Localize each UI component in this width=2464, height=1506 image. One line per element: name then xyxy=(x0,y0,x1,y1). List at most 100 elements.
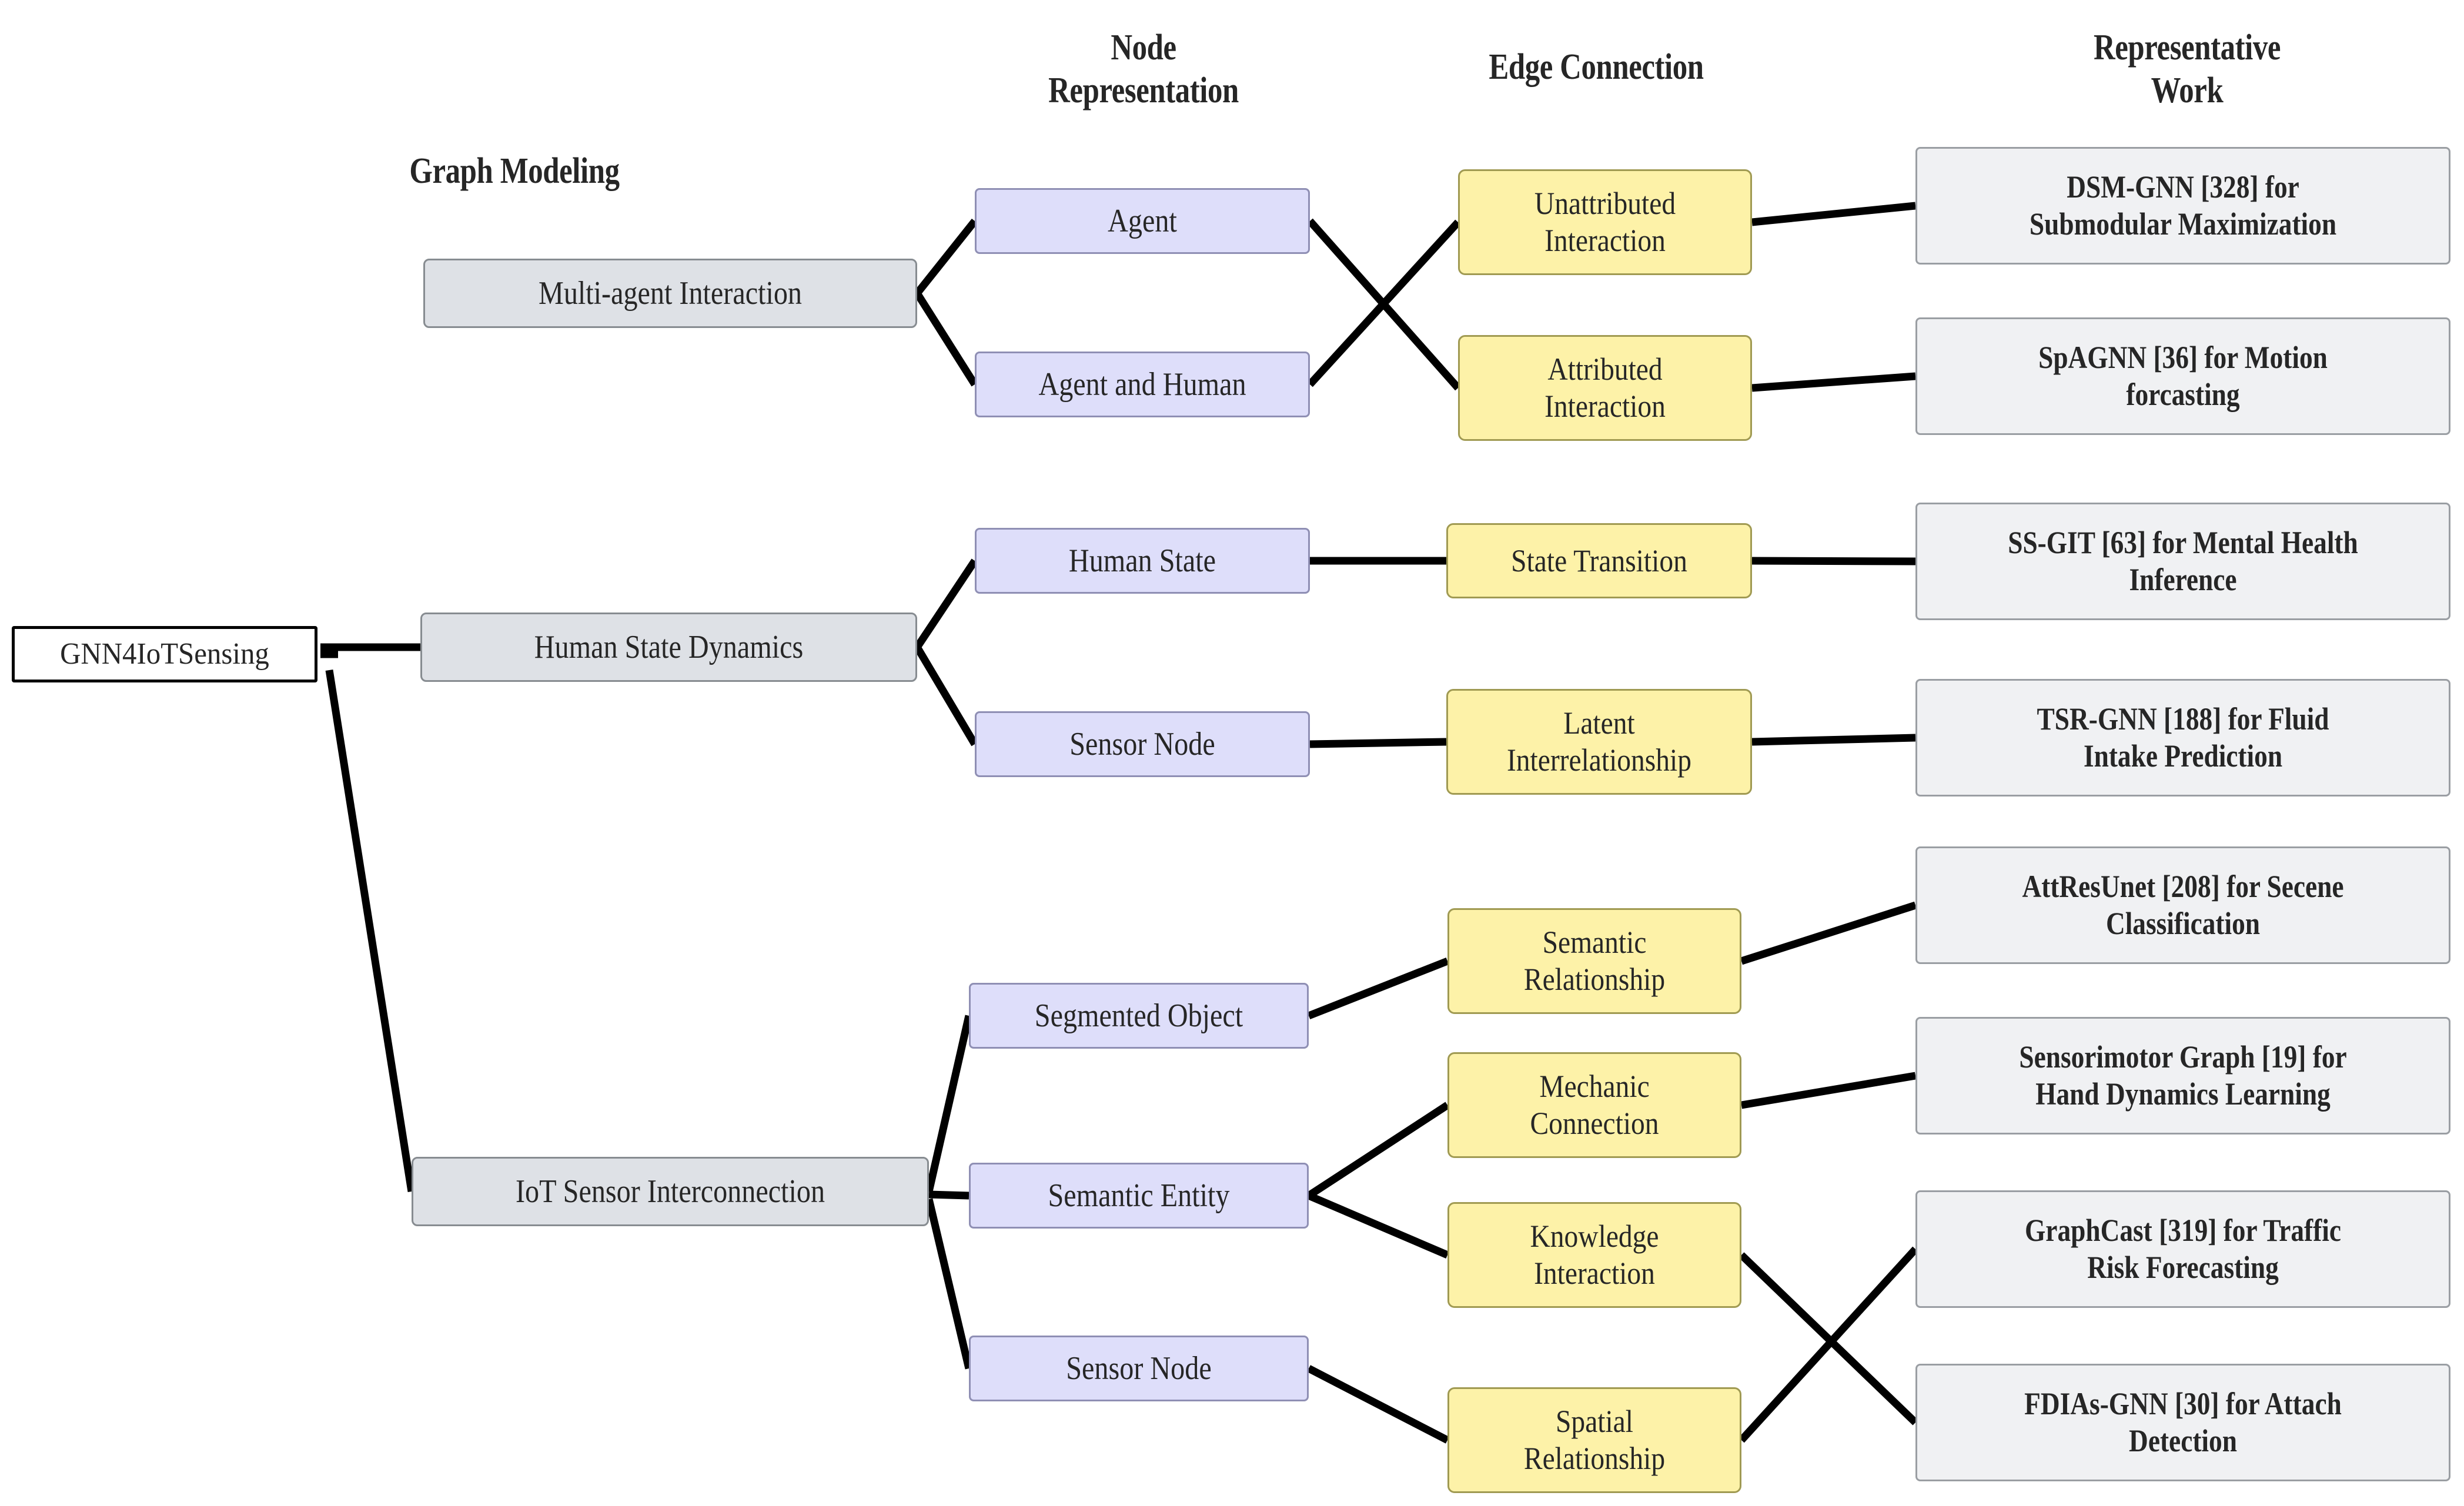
label-line: Risk Forecasting xyxy=(2087,1250,2279,1285)
work-node-dsm-gnn[interactable]: DSM-GNN [328] for Submodular Maximization xyxy=(1915,147,2450,265)
work-node-fdias-gnn[interactable]: FDIAs-GNN [30] for Attach Detection xyxy=(1915,1364,2450,1481)
label-line: SpAGNN [36] for Motion xyxy=(2038,340,2328,376)
connector-hsd-to-sensor-node xyxy=(914,645,978,747)
category-node-iot-sensor-interconnection[interactable]: IoT Sensor Interconnection xyxy=(412,1157,929,1226)
label-line: forcasting xyxy=(2126,377,2240,412)
edge-node-label: Knowledge Interaction xyxy=(1472,1218,1717,1291)
root-node-root[interactable]: GNN4IoTSensing xyxy=(12,626,317,682)
representation-node-label: Semantic Entity xyxy=(999,1177,1279,1215)
label-line: Human State Dynamics xyxy=(534,628,804,665)
category-node-label: IoT Sensor Interconnection xyxy=(454,1173,886,1211)
edge-node-unattributed-interaction[interactable]: Unattributed Interaction xyxy=(1458,169,1752,275)
representation-node-segmented-object[interactable]: Segmented Object xyxy=(969,983,1309,1049)
work-node-label: DSM-GNN [328] for Submodular Maximization xyxy=(1965,169,2402,242)
category-node-label: Human State Dynamics xyxy=(462,628,875,667)
connector-latent-to-tsrgnn xyxy=(1751,734,1916,746)
label-line: FDIAs-GNN [30] for Attach xyxy=(2024,1386,2342,1422)
connector-iot-to-semantic-entity xyxy=(928,1190,969,1200)
representation-node-agent[interactable]: Agent xyxy=(975,188,1310,254)
edge-node-latent-interrelationship[interactable]: Latent Interrelationship xyxy=(1446,689,1752,795)
category-node-label: Multi-agent Interaction xyxy=(464,275,876,313)
column-header-representative-work: Representative Work xyxy=(2004,26,2370,112)
label-line: Agent xyxy=(1108,202,1177,239)
connector-semantic-rel-to-attresunet xyxy=(1740,901,1917,965)
connector-root-to-iot xyxy=(325,669,416,1193)
label-line: Unattributed xyxy=(1534,186,1676,222)
work-node-spagnn[interactable]: SpAGNN [36] for Motion forcasting xyxy=(1915,317,2450,435)
work-node-label: SpAGNN [36] for Motion forcasting xyxy=(1965,339,2402,413)
edge-node-label: State Transition xyxy=(1472,543,1727,580)
edge-node-knowledge-interaction[interactable]: Knowledge Interaction xyxy=(1447,1202,1741,1308)
connector-segmented-to-semantic-rel xyxy=(1307,957,1449,1020)
label-line: Intake Prediction xyxy=(2083,738,2283,774)
label-line: TSR-GNN [188] for Fluid xyxy=(2037,701,2329,737)
column-header-line: Representation xyxy=(1048,71,1239,111)
label-line: Relationship xyxy=(1523,962,1666,997)
edge-node-label: Latent Interrelationship xyxy=(1472,705,1727,778)
representation-node-label: Agent xyxy=(1005,202,1280,240)
edge-node-attributed-interaction[interactable]: Attributed Interaction xyxy=(1458,335,1752,441)
label-line: Knowledge xyxy=(1530,1219,1659,1254)
work-node-label: GraphCast [319] for Traffic Risk Forecast… xyxy=(1965,1212,2402,1286)
representation-node-human-state[interactable]: Human State xyxy=(975,528,1310,594)
work-node-sensorimotor-graph[interactable]: Sensorimotor Graph [19] for Hand Dynamics… xyxy=(1915,1017,2450,1134)
edge-node-semantic-relationship[interactable]: Semantic Relationship xyxy=(1447,908,1741,1014)
edge-node-label: Attributed Interaction xyxy=(1482,351,1727,424)
label-line: Hand Dynamics Learning xyxy=(2035,1076,2331,1112)
label-line: State Transition xyxy=(1511,543,1687,578)
edge-node-mechanic-connection[interactable]: Mechanic Connection xyxy=(1447,1052,1741,1158)
label-line: Spatial xyxy=(1556,1404,1633,1440)
edge-node-label: Unattributed Interaction xyxy=(1482,185,1727,259)
work-node-attresunet[interactable]: AttResUnet [208] for Secene Classificatio… xyxy=(1915,846,2450,964)
work-node-ss-git[interactable]: SS-GIT [63] for Mental Health Inference xyxy=(1915,503,2450,620)
label-line: Human State xyxy=(1068,542,1216,579)
label-line: AttResUnet [208] for Secene xyxy=(2022,869,2344,905)
label-line: Interaction xyxy=(1544,389,1666,424)
column-header-line: Work xyxy=(2151,71,2224,111)
category-node-human-state-dynamics[interactable]: Human State Dynamics xyxy=(420,613,917,682)
edge-node-label: Mechanic Connection xyxy=(1472,1068,1717,1142)
label-line: Multi-agent Interaction xyxy=(538,275,803,312)
label-line: Connection xyxy=(1530,1106,1659,1141)
work-node-label: AttResUnet [208] for Secene Classificatio… xyxy=(1965,868,2402,942)
work-node-label: SS-GIT [63] for Mental Health Inference xyxy=(1965,524,2402,598)
root-node-label: GNN4IoTSensing xyxy=(29,637,300,672)
column-header-edge-connection: Edge Connection xyxy=(1423,46,1770,89)
connector-multi-agent-to-agent xyxy=(914,218,978,296)
label-line: Sensor Node xyxy=(1069,725,1215,762)
representation-node-agent-and-human[interactable]: Agent and Human xyxy=(975,352,1310,417)
label-line: Semantic Entity xyxy=(1048,1177,1230,1214)
connector-multi-agent-to-agent-human xyxy=(914,291,978,387)
representation-node-sensor-node-iot[interactable]: Sensor Node xyxy=(969,1336,1309,1401)
label-line: Mechanic xyxy=(1539,1069,1650,1105)
column-header-line: Edge Connection xyxy=(1489,47,1704,87)
connector-mechanic-to-sensorimotor xyxy=(1740,1072,1917,1109)
label-line: Segmented Object xyxy=(1034,997,1243,1034)
representation-node-sensor-node-hsd[interactable]: Sensor Node xyxy=(975,711,1310,777)
connector-sensor-node-to-latent xyxy=(1309,738,1447,748)
connector-attributed-to-spagnn xyxy=(1751,372,1916,392)
column-header-line: Representative xyxy=(2093,28,2281,68)
connector-iot-to-segmented-object xyxy=(925,1015,973,1193)
column-header-node-representation: Node Representation xyxy=(975,26,1312,112)
label-line: GraphCast [319] for Traffic xyxy=(2025,1213,2341,1249)
work-node-label: FDIAs-GNN [30] for Attach Detection xyxy=(1965,1385,2402,1459)
connector-semantic-entity-to-mechanic xyxy=(1306,1102,1450,1199)
label-line: Interaction xyxy=(1544,223,1666,258)
label-line: Semantic xyxy=(1542,925,1647,961)
column-header-line: Node xyxy=(1111,28,1176,68)
category-node-multi-agent-interaction[interactable]: Multi-agent Interaction xyxy=(423,259,917,328)
label-line: SS-GIT [63] for Mental Health xyxy=(2008,525,2358,561)
label-line: Latent xyxy=(1563,705,1635,741)
label-line: Sensorimotor Graph [19] for xyxy=(2019,1039,2347,1075)
representation-node-label: Agent and Human xyxy=(1005,366,1280,404)
work-node-graphcast[interactable]: GraphCast [319] for Traffic Risk Forecast… xyxy=(1915,1190,2450,1308)
label-line: GNN4IoTSensing xyxy=(60,637,269,671)
edge-node-state-transition[interactable]: State Transition xyxy=(1446,523,1752,598)
work-node-tsr-gnn[interactable]: TSR-GNN [188] for Fluid Intake Prediction xyxy=(1915,679,2450,796)
label-line: Inference xyxy=(2129,562,2237,597)
connector-semantic-entity-to-knowledge xyxy=(1307,1192,1449,1259)
representation-node-label: Sensor Node xyxy=(999,1350,1279,1388)
representation-node-semantic-entity[interactable]: Semantic Entity xyxy=(969,1163,1309,1229)
edge-node-spatial-relationship[interactable]: Spatial Relationship xyxy=(1447,1387,1741,1493)
